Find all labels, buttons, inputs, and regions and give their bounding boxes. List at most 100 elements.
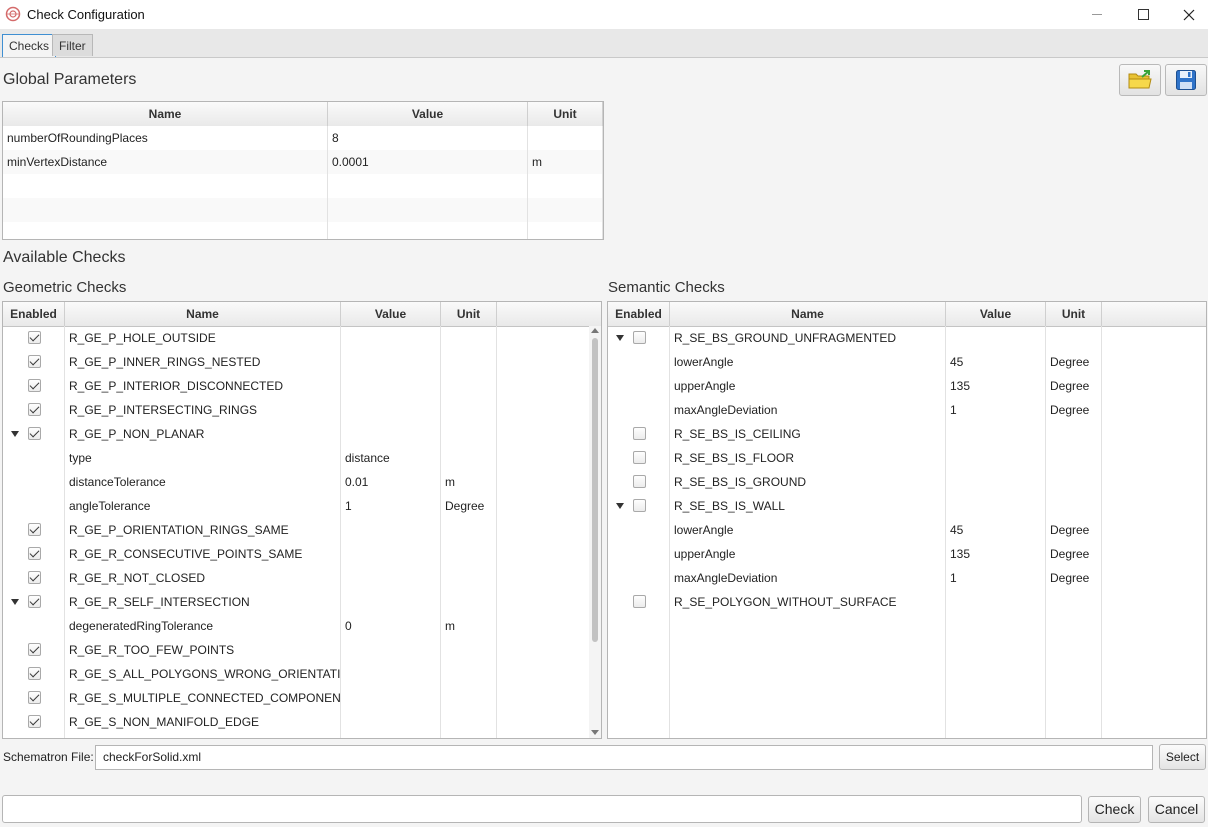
- column-header-unit[interactable]: Unit: [441, 302, 497, 326]
- enabled-checkbox[interactable]: [28, 355, 41, 368]
- enabled-checkbox[interactable]: [28, 403, 41, 416]
- check-button[interactable]: Check: [1088, 796, 1141, 823]
- scroll-down-icon[interactable]: [591, 730, 599, 735]
- scrollbar-thumb[interactable]: [592, 338, 598, 642]
- column-header-value[interactable]: Value: [328, 102, 528, 126]
- enabled-checkbox[interactable]: [28, 595, 41, 608]
- parameter-value[interactable]: 1: [946, 398, 1046, 422]
- column-header-enabled[interactable]: Enabled: [3, 302, 65, 326]
- enabled-checkbox[interactable]: [28, 547, 41, 560]
- parameter-row[interactable]: type distance: [3, 446, 601, 470]
- enabled-checkbox[interactable]: [633, 427, 646, 440]
- save-button[interactable]: [1165, 64, 1207, 96]
- check-row[interactable]: R_GE_R_SELF_INTERSECTION: [3, 590, 601, 614]
- check-row[interactable]: R_GE_R_CONSECUTIVE_POINTS_SAME: [3, 542, 601, 566]
- parameter-row[interactable]: degeneratedRingTolerance 0 m: [3, 614, 601, 638]
- parameter-value[interactable]: 45: [946, 518, 1046, 542]
- check-row[interactable]: R_GE_R_TOO_FEW_POINTS: [3, 638, 601, 662]
- select-button[interactable]: Select: [1159, 744, 1206, 770]
- parameter-value: [946, 590, 1046, 614]
- parameter-row[interactable]: lowerAngle 45 Degree: [608, 518, 1206, 542]
- expand-arrow-icon[interactable]: [11, 599, 19, 605]
- enabled-checkbox[interactable]: [28, 667, 41, 680]
- enabled-checkbox[interactable]: [633, 595, 646, 608]
- parameter-value[interactable]: 45: [946, 350, 1046, 374]
- expand-arrow-icon[interactable]: [616, 335, 624, 341]
- check-row[interactable]: R_GE_S_NON_MANIFOLD_EDGE: [3, 710, 601, 734]
- close-button[interactable]: [1166, 0, 1208, 29]
- check-row[interactable]: R_GE_P_INTERSECTING_RINGS: [3, 398, 601, 422]
- parameter-value[interactable]: 135: [946, 374, 1046, 398]
- column-header-value[interactable]: Value: [341, 302, 441, 326]
- enabled-cell: [3, 566, 65, 590]
- folder-open-icon: [1128, 70, 1152, 89]
- enabled-cell: [608, 470, 670, 494]
- column-header-unit[interactable]: Unit: [1046, 302, 1102, 326]
- expand-arrow-icon[interactable]: [616, 503, 624, 509]
- enabled-checkbox[interactable]: [28, 379, 41, 392]
- enabled-checkbox[interactable]: [28, 643, 41, 656]
- check-row[interactable]: R_GE_P_NON_PLANAR: [3, 422, 601, 446]
- check-row[interactable]: R_SE_BS_IS_CEILING: [608, 422, 1206, 446]
- check-row[interactable]: R_SE_BS_IS_FLOOR: [608, 446, 1206, 470]
- table-row[interactable]: numberOfRoundingPlaces 8: [3, 126, 603, 151]
- column-header-name[interactable]: Name: [3, 102, 328, 126]
- check-row[interactable]: R_GE_S_MULTIPLE_CONNECTED_COMPONENTS: [3, 686, 601, 710]
- parameter-row[interactable]: maxAngleDeviation 1 Degree: [608, 566, 1206, 590]
- vertical-scrollbar[interactable]: [589, 326, 601, 738]
- parameter-value[interactable]: distance: [341, 446, 441, 470]
- parameter-row[interactable]: upperAngle 135 Degree: [608, 374, 1206, 398]
- tab-checks[interactable]: Checks: [2, 34, 57, 57]
- check-row[interactable]: R_SE_POLYGON_WITHOUT_SURFACE: [608, 590, 1206, 614]
- parameter-value[interactable]: 135: [946, 542, 1046, 566]
- enabled-checkbox[interactable]: [28, 715, 41, 728]
- available-checks-title: Available Checks: [3, 249, 126, 266]
- column-header-unit[interactable]: Unit: [528, 102, 603, 126]
- minimize-button[interactable]: [1074, 0, 1120, 29]
- parameter-row[interactable]: angleTolerance 1 Degree: [3, 494, 601, 518]
- expand-arrow-icon[interactable]: [11, 431, 19, 437]
- enabled-checkbox[interactable]: [28, 331, 41, 344]
- parameter-value[interactable]: 0.01: [341, 470, 441, 494]
- enabled-checkbox[interactable]: [28, 571, 41, 584]
- check-row[interactable]: R_GE_P_INTERIOR_DISCONNECTED: [3, 374, 601, 398]
- column-header-name[interactable]: Name: [65, 302, 341, 326]
- parameter-name: upperAngle: [670, 542, 946, 566]
- enabled-checkbox[interactable]: [28, 691, 41, 704]
- enabled-checkbox[interactable]: [633, 331, 646, 344]
- cancel-button[interactable]: Cancel: [1148, 796, 1205, 823]
- parameter-value[interactable]: 0: [341, 614, 441, 638]
- app-icon: [5, 6, 21, 22]
- table-row[interactable]: minVertexDistance 0.0001 m: [3, 150, 603, 175]
- scroll-up-icon[interactable]: [591, 328, 599, 333]
- enabled-checkbox[interactable]: [633, 475, 646, 488]
- enabled-checkbox[interactable]: [633, 451, 646, 464]
- schematron-file-input[interactable]: checkForSolid.xml: [95, 745, 1153, 770]
- enabled-checkbox[interactable]: [633, 499, 646, 512]
- parameter-value[interactable]: 1: [341, 494, 441, 518]
- maximize-button[interactable]: [1120, 0, 1166, 29]
- check-row[interactable]: R_GE_S_ALL_POLYGONS_WRONG_ORIENTATION: [3, 662, 601, 686]
- check-row[interactable]: R_GE_P_ORIENTATION_RINGS_SAME: [3, 518, 601, 542]
- check-row[interactable]: R_GE_P_INNER_RINGS_NESTED: [3, 350, 601, 374]
- filler-cell: [497, 686, 601, 710]
- column-header-name[interactable]: Name: [670, 302, 946, 326]
- check-row[interactable]: R_SE_BS_GROUND_UNFRAGMENTED: [608, 326, 1206, 350]
- check-row[interactable]: R_SE_BS_IS_GROUND: [608, 470, 1206, 494]
- check-row[interactable]: R_GE_R_NOT_CLOSED: [3, 566, 601, 590]
- check-row[interactable]: R_GE_P_HOLE_OUTSIDE: [3, 326, 601, 350]
- parameter-row[interactable]: distanceTolerance 0.01 m: [3, 470, 601, 494]
- column-header-value[interactable]: Value: [946, 302, 1046, 326]
- column-header-enabled[interactable]: Enabled: [608, 302, 670, 326]
- parameter-row[interactable]: lowerAngle 45 Degree: [608, 350, 1206, 374]
- parameter-row[interactable]: maxAngleDeviation 1 Degree: [608, 398, 1206, 422]
- parameter-row[interactable]: upperAngle 135 Degree: [608, 542, 1206, 566]
- parameter-name: lowerAngle: [670, 350, 946, 374]
- tab-filter[interactable]: Filter: [52, 34, 93, 56]
- enabled-checkbox[interactable]: [28, 427, 41, 440]
- open-button[interactable]: [1119, 64, 1161, 96]
- status-field[interactable]: [2, 795, 1082, 823]
- parameter-value[interactable]: 1: [946, 566, 1046, 590]
- enabled-checkbox[interactable]: [28, 523, 41, 536]
- check-row[interactable]: R_SE_BS_IS_WALL: [608, 494, 1206, 518]
